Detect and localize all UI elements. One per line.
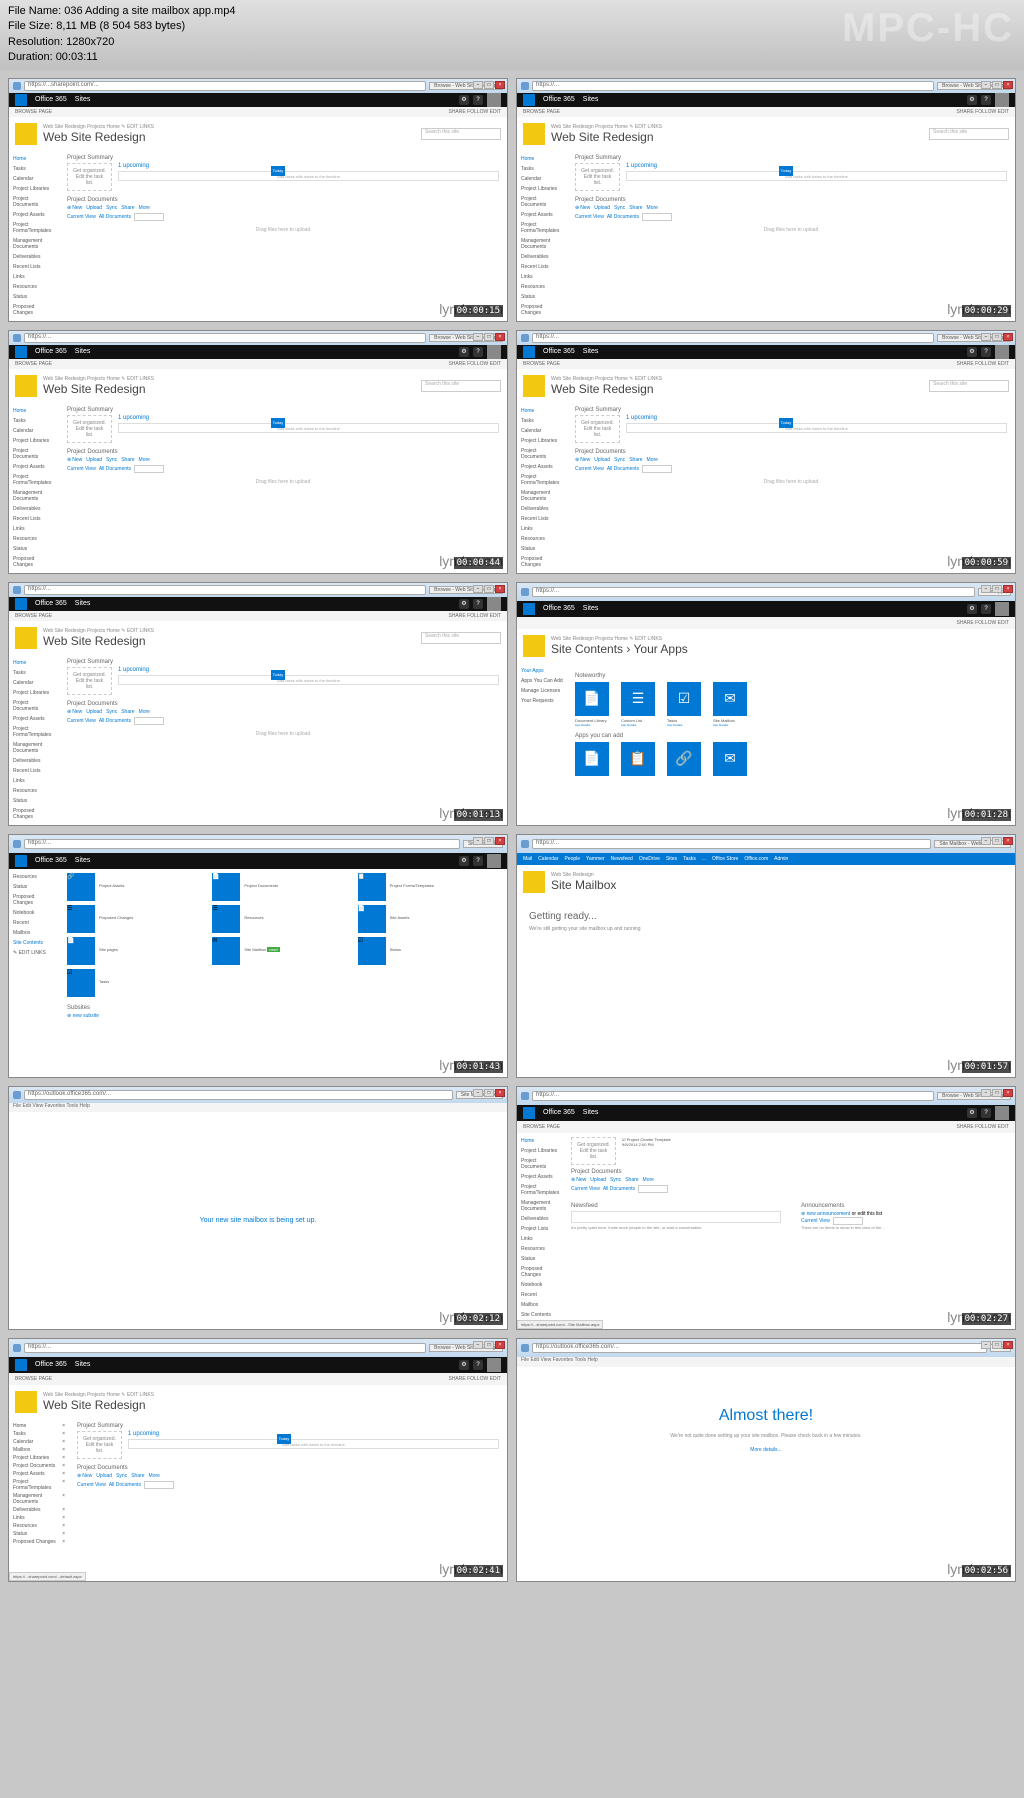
o365-suite-bar: Office 365 Sites ⚙ ? (9, 93, 507, 107)
plus-icon: ⊕ (67, 205, 71, 211)
view-dropdown[interactable]: All Documents (99, 214, 131, 220)
help-icon[interactable]: ? (473, 95, 483, 105)
content-item[interactable]: 🔗Project Assets (67, 873, 208, 901)
nav-assets[interactable]: Project Assets (13, 211, 55, 219)
minimize-button[interactable]: − (473, 81, 483, 89)
announcements-heading: Announcements (801, 1203, 1011, 1209)
app-tile-doclib[interactable]: 📄Document LibraryApp Details (575, 682, 615, 727)
file-info-header: File Name: 036 Adding a site mailbox app… (0, 0, 1024, 70)
thumbnail-7: −□× https://...Site Contents Office 365S… (8, 834, 508, 1078)
find-file-input[interactable] (134, 213, 164, 221)
maximize-button[interactable]: □ (484, 81, 494, 89)
thumbnail-12: −□× https://outlook.office365.com/...Err… (516, 1338, 1016, 1582)
thumbnail-9: −□× https://outlook.office365.com/...Sit… (8, 1086, 508, 1330)
more-details-link[interactable]: More details... (517, 1447, 1015, 1453)
new-button[interactable]: ⊕New (67, 205, 82, 211)
back-icon[interactable] (13, 82, 21, 90)
thumbnail-10: −□× https://...Browse - Web Site Redesig… (516, 1086, 1016, 1330)
mpc-hc-watermark: MPC-HC (842, 0, 1014, 56)
app-tile-customlist[interactable]: ☰Custom ListApp Details (621, 682, 661, 727)
search-input[interactable]: Search this site (421, 128, 501, 140)
browser-chrome: https://...sharepoint.com/... Browse - W… (9, 79, 507, 93)
ribbon-bar: BROWSE PAGE SHARE FOLLOW EDIT (9, 107, 507, 117)
nav-tasks[interactable]: Tasks (13, 165, 55, 173)
thumbnail-8: −□× https://...Site Mailbox - Web Site R… (516, 834, 1016, 1078)
thumbnail-4: −□× https://...Browse - Web Site Redesig… (516, 330, 1016, 574)
timeline: 1 upcoming Today Add tasks with dates to… (118, 163, 499, 181)
o365-brand: Office 365 (35, 96, 67, 103)
nav-libraries[interactable]: Project Libraries (13, 185, 55, 193)
nav-home[interactable]: Home (13, 155, 55, 163)
sync-button[interactable]: Sync (106, 205, 117, 211)
site-mailbox-item[interactable]: ✉Site Mailbox new! (212, 937, 353, 965)
nav-res[interactable]: Resources (13, 283, 55, 291)
nav-calendar[interactable]: Calendar (13, 175, 55, 183)
new-subsite-link[interactable]: ⊕ new subsite (67, 1013, 499, 1019)
upcoming-count: 1 upcoming (118, 163, 499, 169)
setup-message: Your new site mailbox is being set up. (9, 1112, 507, 1329)
nav-status[interactable]: Status (13, 293, 55, 301)
page-title: Site Contents › Your Apps (551, 642, 688, 656)
nav-mail[interactable]: Mail (523, 856, 532, 862)
apps-sidebar: Your Apps Apps You Can Add Manage Licens… (517, 663, 567, 825)
almost-there-sub: We're not quite done setting up your sit… (517, 1433, 1015, 1439)
nav-docs[interactable]: Project Documents (13, 195, 55, 209)
quick-launch-sidebar: Home Tasks Calendar Project Libraries Pr… (9, 151, 59, 321)
timestamp: 00:00:15 (454, 305, 503, 317)
o365-app[interactable]: Sites (75, 96, 91, 103)
thumbnail-11: −□× https://...Browse - Web Site Redesig… (8, 1338, 508, 1582)
thumbnail-3: −□× https://...Browse - Web Site Redesig… (8, 330, 508, 574)
nav-changes[interactable]: Proposed Changes (13, 303, 55, 317)
app-launcher-icon[interactable] (15, 94, 27, 106)
subsites-heading: Subsites (67, 1005, 499, 1011)
noteworthy-heading: Noteworthy (575, 673, 1007, 679)
can-add-heading: Apps you can add (575, 733, 1007, 739)
docs-heading: Project Documents (67, 197, 499, 203)
drag-hint: Drag files here to upload (67, 227, 499, 233)
newsfeed-heading: Newsfeed (571, 1203, 781, 1209)
getting-ready-heading: Getting ready... (529, 911, 1003, 922)
nav-recent[interactable]: Recent Lists (13, 263, 55, 271)
nav-mgmt[interactable]: Management Documents (13, 237, 55, 251)
summary-heading: Project Summary (67, 155, 499, 161)
share-button[interactable]: Share (121, 205, 134, 211)
almost-there-heading: Almost there! (517, 1407, 1015, 1425)
app-tile-sitemailbox[interactable]: ✉Site MailboxApp Details (713, 682, 753, 727)
more-button[interactable]: More (139, 205, 150, 211)
thumbnail-2: −□× https://...Browse - Web Site Redesig… (516, 78, 1016, 322)
main-content: Project Summary Get organized. Edit the … (59, 151, 507, 321)
ribbon-left[interactable]: BROWSE PAGE (15, 109, 52, 115)
status-bar-url: https://...sharepoint.com/...Site Mailbo… (517, 1320, 603, 1329)
newsfeed-input[interactable] (571, 1211, 781, 1223)
site-logo (15, 123, 37, 145)
view-bar: Current View All Documents (67, 213, 499, 221)
site-title: Web Site Redesign (43, 130, 154, 144)
get-organized-tile[interactable]: Get organized. Edit the task list. (67, 163, 112, 191)
app-tile-tasks[interactable]: ☑TasksApp Details (667, 682, 707, 727)
mailbox-top-nav: Mail Calendar People Yammer Newsfeed One… (517, 853, 1015, 865)
site-header: Web Site Redesign Projects Home ✎ EDIT L… (9, 117, 507, 151)
timeline-bar[interactable]: Today Add tasks with dates to the timeli… (118, 171, 499, 181)
user-avatar[interactable] (487, 93, 501, 107)
today-marker: Today (271, 166, 286, 176)
mailbox-title: Site Mailbox (551, 878, 616, 892)
thumbnail-5: −□× https://...Browse - Web Site Redesig… (8, 582, 508, 826)
view-label: Current View (67, 214, 96, 220)
nav-forms[interactable]: Project Forms/Templates (13, 221, 55, 235)
upload-button[interactable]: Upload (86, 205, 102, 211)
nav-links[interactable]: Links (13, 273, 55, 281)
getting-ready-sub: We're still getting your site mailbox up… (529, 926, 1003, 932)
settings-icon[interactable]: ⚙ (459, 95, 469, 105)
url-bar[interactable]: https://...sharepoint.com/... (24, 81, 426, 91)
ribbon-right[interactable]: SHARE FOLLOW EDIT (448, 109, 501, 115)
close-button[interactable]: × (495, 81, 505, 89)
thumbnail-grid: −□× https://...sharepoint.com/... Browse… (0, 70, 1024, 1590)
docs-toolbar: ⊕New Upload Sync Share More (67, 205, 499, 211)
thumbnail-1: −□× https://...sharepoint.com/... Browse… (8, 78, 508, 322)
thumbnail-6: −□× https://...Your Apps Office 365Sites… (516, 582, 1016, 826)
delete-icon[interactable]: × (62, 1423, 65, 1429)
nav-deliv[interactable]: Deliverables (13, 253, 55, 261)
